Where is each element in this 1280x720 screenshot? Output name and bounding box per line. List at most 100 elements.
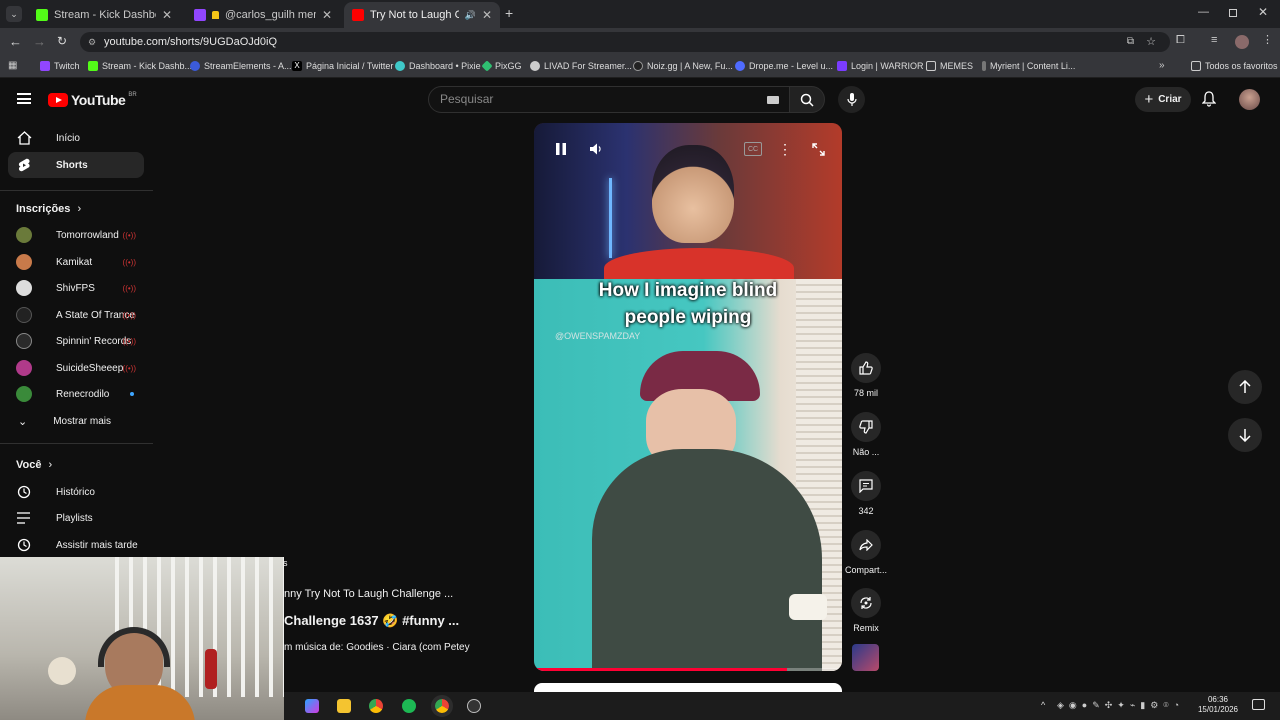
tab-kick-dashboard[interactable]: Stream - Kick Dashboard ✕ (28, 2, 180, 28)
subscription-item[interactable]: ShivFPS ((•)) (8, 275, 144, 301)
voice-search-button[interactable] (838, 86, 865, 113)
share-action[interactable]: Compart... (843, 530, 889, 575)
bookmark-warrior[interactable]: Login | WARRIOR (837, 61, 924, 71)
sidebar-item-shorts[interactable]: Shorts (8, 152, 144, 178)
notification-center-icon[interactable] (1252, 699, 1265, 710)
bookmark-star-icon[interactable]: ☆ (1146, 32, 1156, 52)
subscription-item[interactable]: A State Of Trance ((•)) (8, 302, 144, 328)
install-app-icon[interactable]: ⧉ (1127, 32, 1134, 52)
bookmarks-bar: ▦ Twitch Stream - Kick Dashb... StreamEl… (0, 56, 1280, 78)
sidebar-item-playlists[interactable]: Playlists (8, 505, 144, 531)
all-favorites-folder[interactable]: Todos os favoritos (1191, 61, 1278, 71)
tab-audio-icon[interactable]: 🔊 (465, 10, 476, 21)
subscription-item[interactable]: Tomorrowland ((•)) (8, 222, 144, 248)
like-action[interactable]: 78 mil (846, 353, 886, 398)
subscription-item[interactable]: SuicideSheeep ((•)) (8, 355, 144, 381)
you-heading[interactable]: Você › (16, 459, 52, 471)
bookmark-drope[interactable]: Drope.me - Level u... (735, 61, 833, 71)
sidebar-item-label: Histórico (56, 486, 95, 498)
sidebar-item-watch-later[interactable]: Assistir mais tarde (8, 532, 144, 558)
channel-name: Renecrodilo (56, 388, 110, 400)
comments-action[interactable]: 342 (846, 471, 886, 516)
folder-icon (1191, 61, 1201, 71)
site-info-icon[interactable]: ⚙ (88, 32, 96, 52)
bookmark-label: MEMES (940, 61, 974, 71)
close-window-button[interactable]: ✕ (1258, 5, 1268, 19)
youtube-logo[interactable]: YouTube BR (48, 92, 137, 108)
media-control-icon[interactable]: ≡ (1211, 34, 1217, 46)
sidebar-item-history[interactable]: Histórico (8, 479, 144, 505)
next-short-button[interactable] (1228, 418, 1262, 452)
bookmark-pixgg[interactable]: PixGG (481, 60, 522, 72)
apps-grid-icon[interactable]: ▦ (8, 60, 17, 71)
bookmark-myrient[interactable]: Myrient | Content Li... (982, 61, 1075, 71)
bookmark-twitch[interactable]: Twitch (40, 61, 80, 71)
tab-twitch-mention[interactable]: @carlos_guilh mentioned y... ✕ (186, 2, 340, 28)
sidebar-item-home[interactable]: Início (8, 125, 144, 151)
reaction-cam-frame: CC ⋮ (534, 123, 842, 288)
fullscreen-button[interactable] (809, 140, 827, 158)
browser-menu-icon[interactable]: ⋮ (1262, 33, 1273, 46)
close-tab-icon[interactable]: ✕ (482, 8, 492, 22)
close-tab-icon[interactable]: ✕ (322, 8, 332, 22)
comments-button[interactable] (851, 471, 881, 501)
dislike-action[interactable]: Não ... (846, 412, 886, 457)
subscriptions-heading[interactable]: Inscrições › (16, 203, 81, 215)
video-progress-bar[interactable] (534, 668, 842, 671)
show-more-button[interactable]: ⌄ Mostrar mais (8, 408, 144, 434)
address-bar[interactable]: ⚙ youtube.com/shorts/9UGDaOJd0iQ ⧉ ☆ (80, 32, 1170, 52)
bookmark-kick[interactable]: Stream - Kick Dashb... (88, 61, 192, 71)
guide-menu-icon[interactable] (17, 93, 31, 104)
search-button[interactable] (789, 86, 825, 113)
subscription-item[interactable]: Kamikat ((•)) (8, 249, 144, 275)
volume-button[interactable] (587, 140, 605, 158)
bookmark-memes-folder[interactable]: MEMES (926, 61, 973, 71)
search-input[interactable]: Pesquisar (428, 86, 790, 113)
bookmark-livad[interactable]: LIVAD For Streamer... (530, 61, 632, 71)
reload-icon[interactable]: ↻ (57, 34, 67, 48)
clock-icon (16, 537, 32, 553)
bookmark-pixie[interactable]: Dashboard • Pixie (395, 61, 481, 71)
forward-arrow-icon[interactable]: → (33, 34, 46, 49)
bell-icon (1201, 91, 1217, 107)
file-explorer-icon[interactable] (337, 699, 351, 713)
restore-window-button[interactable] (1229, 9, 1237, 17)
close-tab-icon[interactable]: ✕ (162, 8, 172, 22)
minimize-window-button[interactable]: — (1198, 6, 1209, 18)
subscription-item[interactable]: Renecrodilo (8, 381, 144, 407)
spotify-icon[interactable] (402, 699, 416, 713)
like-button[interactable] (851, 353, 881, 383)
tab-search-button[interactable]: ⌄ (6, 6, 22, 22)
chrome-active-icon[interactable] (431, 695, 453, 717)
create-button[interactable]: + Criar (1135, 87, 1191, 112)
comment-count: 342 (858, 506, 874, 516)
more-bookmarks-icon[interactable]: » (1159, 60, 1165, 71)
account-avatar[interactable] (1239, 89, 1260, 110)
obs-icon[interactable] (467, 699, 481, 713)
bookmark-twitter[interactable]: X Página Inicial / Twitter (292, 61, 393, 71)
more-options-button[interactable]: ⋮ (778, 140, 792, 158)
tab-youtube-short[interactable]: Try Not to Laugh Challenge 🔊 ✕ (344, 2, 500, 28)
channel-avatar-thumbnail[interactable] (852, 644, 879, 671)
profile-avatar-icon[interactable] (1235, 35, 1249, 49)
remix-action[interactable]: Remix (846, 588, 886, 633)
notifications-button[interactable] (1201, 91, 1217, 112)
tray-chevron-icon[interactable]: ^ (1041, 700, 1045, 710)
copilot-icon[interactable] (305, 699, 319, 713)
new-tab-button[interactable]: + (505, 5, 513, 21)
share-button[interactable] (851, 530, 881, 560)
chrome-icon[interactable] (369, 699, 383, 713)
pause-button[interactable] (552, 140, 570, 158)
subscription-item[interactable]: Spinnin' Records ((•)) (8, 328, 144, 354)
remix-button[interactable] (851, 588, 881, 618)
dislike-button[interactable] (851, 412, 881, 442)
previous-short-button[interactable] (1228, 370, 1262, 404)
taskbar-clock[interactable]: 06:36 15/01/2026 (1196, 695, 1240, 715)
captions-button[interactable]: CC (744, 142, 762, 156)
keyboard-icon[interactable] (767, 96, 779, 104)
bookmark-streamelements[interactable]: StreamElements - A... (190, 61, 292, 71)
back-arrow-icon[interactable]: ← (9, 34, 22, 49)
bookmark-noiz[interactable]: Noiz.gg | A New, Fu... (633, 61, 733, 71)
shorts-video-player[interactable]: CC ⋮ How I imagine blind people wiping @… (534, 123, 842, 671)
extensions-icon[interactable]: ⧠ (1176, 34, 1185, 47)
